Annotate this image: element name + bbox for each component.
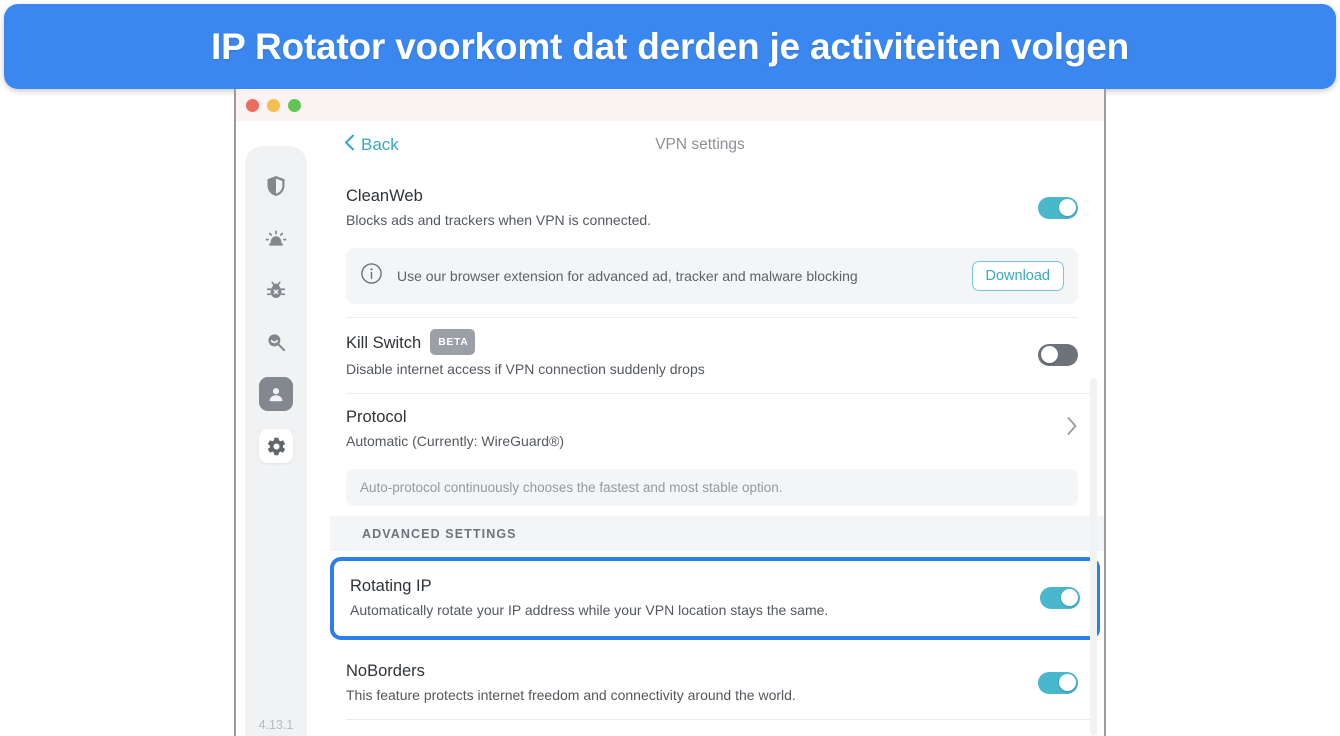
- setting-description: This feature protects internet freedom a…: [346, 687, 796, 703]
- setting-title: Protocol: [346, 406, 1052, 428]
- chevron-right-icon[interactable]: [1066, 416, 1078, 441]
- headline-text: IP Rotator voorkomt dat derden je activi…: [210, 25, 1129, 67]
- setting-title: CleanWeb: [346, 185, 1022, 207]
- zoom-window-button[interactable]: [288, 98, 301, 112]
- toggle-knob: [1060, 589, 1078, 606]
- setting-title-text: Kill Switch: [346, 334, 422, 352]
- download-button[interactable]: Download: [971, 261, 1064, 291]
- alarm-icon: [265, 227, 287, 249]
- left-sidebar: 4.13.1: [245, 146, 307, 736]
- divider: [346, 304, 1078, 318]
- search-icon: [265, 331, 287, 353]
- sidebar-item-shield[interactable]: [259, 169, 293, 203]
- setting-title-text: Protocol: [346, 408, 407, 426]
- rotating-ip-toggle[interactable]: [1040, 586, 1080, 609]
- window-body: 4.13.1 Back VPN settings CleanWeb Blocks…: [236, 121, 1104, 736]
- setting-row-invisible-on-lan[interactable]: Invisible on LAN Hide your device on you…: [346, 720, 1094, 736]
- settings-rows: CleanWeb Blocks ads and trackers when VP…: [330, 173, 1104, 736]
- setting-title: Kill Switch BETA: [346, 329, 1022, 356]
- beta-badge: BETA: [430, 329, 476, 355]
- setting-row-rotating-ip[interactable]: Rotating IP Automatically rotate your IP…: [350, 561, 1080, 636]
- sidebar-item-malware[interactable]: [259, 273, 293, 307]
- minimize-window-button[interactable]: [267, 98, 280, 112]
- info-icon: [360, 262, 383, 290]
- row-texts: Kill Switch BETA Disable internet access…: [346, 329, 1022, 379]
- sidebar-item-alerts[interactable]: [259, 221, 293, 255]
- setting-description: Disable internet access if VPN connectio…: [346, 361, 705, 377]
- settings-panel: Back VPN settings CleanWeb Blocks ads an…: [316, 121, 1104, 736]
- setting-title-text: Invisible on LAN: [346, 732, 465, 736]
- highlight-outline: Rotating IP Automatically rotate your IP…: [330, 557, 1100, 640]
- setting-description: Automatically rotate your IP address whi…: [350, 602, 829, 618]
- row-texts: Protocol Automatic (Currently: WireGuard…: [346, 406, 1052, 451]
- noborders-toggle[interactable]: [1038, 671, 1078, 694]
- browser-extension-banner: Use our browser extension for advanced a…: [346, 248, 1078, 304]
- setting-row-kill-switch[interactable]: Kill Switch BETA Disable internet access…: [346, 318, 1094, 394]
- settings-topbar: Back VPN settings: [330, 121, 1104, 173]
- setting-title-text: Rotating IP: [350, 577, 432, 595]
- setting-title: Rotating IP: [350, 575, 1024, 597]
- app-version-label: 4.13.1: [258, 718, 294, 732]
- setting-title: Invisible on LAN: [346, 732, 1022, 736]
- setting-title-text: NoBorders: [346, 662, 425, 680]
- identity-icon: [266, 384, 286, 404]
- row-texts: CleanWeb Blocks ads and trackers when VP…: [346, 185, 1022, 230]
- kill-switch-toggle[interactable]: [1038, 343, 1078, 366]
- setting-title: NoBorders: [346, 660, 1022, 682]
- row-texts: Invisible on LAN Hide your device on you…: [346, 732, 1022, 736]
- app-window: 4.13.1 Back VPN settings CleanWeb Blocks…: [234, 89, 1106, 736]
- bug-icon: [265, 279, 287, 301]
- cleanweb-toggle[interactable]: [1038, 196, 1078, 219]
- setting-description: Blocks ads and trackers when VPN is conn…: [346, 212, 652, 228]
- setting-row-cleanweb[interactable]: CleanWeb Blocks ads and trackers when VP…: [346, 173, 1094, 244]
- sidebar-item-leak-check[interactable]: [259, 325, 293, 359]
- content-scrollbar[interactable]: [1090, 378, 1097, 736]
- toggle-knob: [1058, 199, 1076, 216]
- toggle-knob: [1040, 346, 1058, 363]
- screenshot-root: IP Rotator voorkomt dat derden je activi…: [0, 0, 1340, 736]
- protocol-note: Auto-protocol continuously chooses the f…: [346, 469, 1078, 506]
- browser-extension-text: Use our browser extension for advanced a…: [397, 268, 858, 284]
- setting-description: Automatic (Currently: WireGuard®): [346, 433, 565, 449]
- row-texts: NoBorders This feature protects internet…: [346, 660, 1022, 705]
- row-texts: Rotating IP Automatically rotate your IP…: [350, 575, 1024, 620]
- close-window-button[interactable]: [246, 98, 259, 112]
- headline-banner: IP Rotator voorkomt dat derden je activi…: [4, 4, 1336, 89]
- toggle-knob: [1058, 674, 1076, 691]
- section-header-advanced: ADVANCED SETTINGS: [330, 516, 1104, 551]
- gear-icon: [266, 436, 287, 457]
- setting-title-text: CleanWeb: [346, 187, 423, 205]
- shield-icon: [266, 175, 286, 197]
- sidebar-item-settings[interactable]: [259, 429, 293, 463]
- page-title: VPN settings: [655, 136, 745, 153]
- sidebar-item-identity[interactable]: [259, 377, 293, 411]
- setting-row-protocol[interactable]: Protocol Automatic (Currently: WireGuard…: [346, 394, 1094, 465]
- setting-row-noborders[interactable]: NoBorders This feature protects internet…: [346, 648, 1094, 720]
- window-titlebar: [236, 89, 1104, 121]
